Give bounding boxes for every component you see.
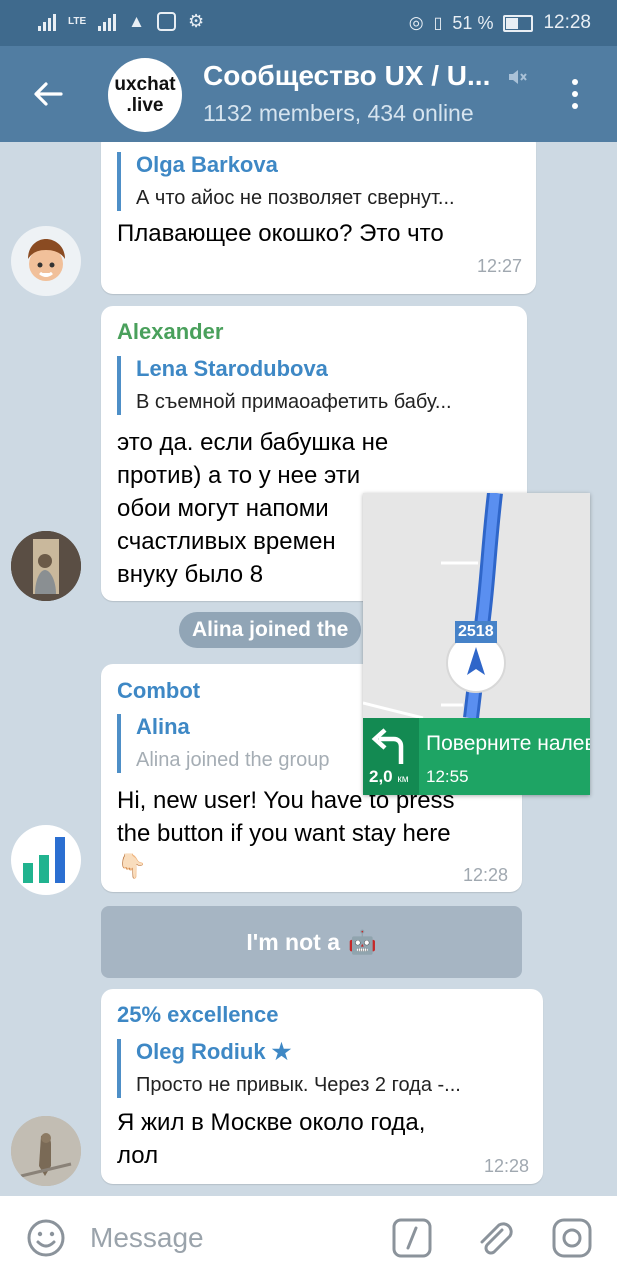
chat-subtitle: 1132 members, 434 online xyxy=(203,100,474,126)
message-time: 12:28 xyxy=(483,1156,529,1176)
robot-icon: 🤖 xyxy=(348,928,377,955)
reply-author: Lena Starodubova xyxy=(136,356,328,381)
navigation-instruction-bar[interactable]: 2,0 км Поверните налево 12:55 xyxy=(363,718,590,795)
message-line: счастливых времен xyxy=(117,528,336,555)
message-text: Hi, new user! You have to press the butt… xyxy=(117,784,455,883)
back-button[interactable] xyxy=(22,68,74,120)
chat-avatar[interactable]: uxchat .live xyxy=(108,58,182,132)
attach-icon[interactable] xyxy=(472,1216,516,1260)
reply-quote[interactable]: Oleg Rodiuk ★ Просто не привык. Через 2 … xyxy=(117,1039,527,1098)
chat-header: uxchat .live Сообщество UX / U... 1132 m… xyxy=(0,46,617,142)
chat-avatar-text-2: .live xyxy=(126,95,164,116)
message-line: обои могут напоми xyxy=(117,495,329,522)
status-bar: LTE ▲ ⚙ ◎ ▯ 51 % 12:28 xyxy=(0,0,617,46)
network-type: LTE xyxy=(68,16,87,27)
emoji-icon[interactable] xyxy=(24,1216,68,1260)
turn-panel: 2,0 км xyxy=(363,718,419,795)
navigation-arrow-icon: ▲ xyxy=(128,11,145,31)
reply-quote[interactable]: Olga Barkova А что айос не позволяет све… xyxy=(117,152,520,211)
message-text: Плавающее окошко? Это что xyxy=(117,220,444,247)
navigation-map xyxy=(363,493,590,718)
user-avatar[interactable] xyxy=(11,226,81,296)
reply-author: Oleg Rodiuk ★ xyxy=(136,1039,292,1064)
back-arrow-icon xyxy=(34,82,63,106)
message-line: 👇🏻 xyxy=(117,853,147,880)
message-line: the button if you want stay here xyxy=(117,820,451,847)
message-bubble[interactable]: Olga Barkova А что айос не позволяет све… xyxy=(101,142,536,294)
road-number: 2518 xyxy=(455,621,497,643)
user-avatar[interactable] xyxy=(11,1116,81,1186)
sender-name[interactable]: Alexander xyxy=(117,319,223,345)
reply-quote[interactable]: Lena Starodubova В съемной примаоафетить… xyxy=(117,356,511,415)
clock: 12:28 xyxy=(543,12,591,33)
photo-avatar-icon xyxy=(11,531,81,601)
signal-icon xyxy=(38,13,56,31)
message-input[interactable]: Message xyxy=(90,1222,204,1254)
message-text: это да. если бабушка не против) а то у н… xyxy=(117,426,388,591)
signal-icon-2 xyxy=(98,13,117,31)
location-icon: ◎ xyxy=(408,13,424,32)
message-bubble[interactable]: 25% excellence Oleg Rodiuk ★ Просто не п… xyxy=(101,989,543,1184)
settings-icon: ⚙ xyxy=(187,11,205,31)
arrival-time: 12:55 xyxy=(426,767,469,786)
message-text: Я жил в Москве около года, лол xyxy=(117,1106,425,1172)
bot-command-icon[interactable] xyxy=(390,1216,434,1260)
navigation-pip-window[interactable]: 2518 2,0 км Поверните налево 12:55 xyxy=(363,493,590,795)
instant-camera-icon[interactable] xyxy=(550,1216,594,1260)
vibrate-icon: ▯ xyxy=(433,15,443,32)
bird-photo-avatar-icon xyxy=(11,1116,81,1186)
chat-avatar-text-1: uxchat xyxy=(114,74,176,95)
inline-button-label: I'm not a xyxy=(246,928,340,955)
battery-percent: 51 % xyxy=(452,12,494,33)
reply-text: Просто не привык. Через 2 года -... xyxy=(136,1074,461,1096)
user-avatar[interactable] xyxy=(11,531,81,601)
reply-author: Olga Barkova xyxy=(136,152,278,177)
bot-avatar[interactable] xyxy=(11,825,81,895)
memoji-avatar-icon xyxy=(28,239,65,281)
message-line: внуку было 8 xyxy=(117,561,264,588)
sender-name[interactable]: 25% excellence xyxy=(117,1002,278,1028)
bar-chart-icon xyxy=(23,837,65,883)
distance-value: 2,0 км xyxy=(369,767,409,786)
service-message: Alina joined the xyxy=(179,612,362,648)
reply-text: В съемной примаоафетить бабу... xyxy=(136,391,452,413)
more-menu-button[interactable] xyxy=(560,72,590,116)
reply-text: А что айос не позволяет свернут... xyxy=(136,187,455,209)
message-line: лол xyxy=(117,1142,159,1169)
inline-keyboard-button[interactable]: I'm not a 🤖 xyxy=(101,906,522,978)
message-time: 12:28 xyxy=(462,865,508,885)
sender-name[interactable]: Combot xyxy=(117,678,200,704)
message-line: против) а то у нее эти xyxy=(117,462,361,489)
message-line: Я жил в Москве около года, xyxy=(117,1109,426,1136)
turn-left-icon xyxy=(371,728,404,764)
muted-icon xyxy=(509,70,527,84)
instagram-icon xyxy=(156,12,176,31)
turn-instruction: Поверните налево xyxy=(426,732,590,755)
message-line: это да. если бабушка не xyxy=(117,429,389,456)
battery-icon xyxy=(503,14,534,32)
compose-bar: Message xyxy=(0,1196,617,1280)
chat-title[interactable]: Сообщество UX / U... xyxy=(203,60,490,92)
message-time: 12:27 xyxy=(476,256,522,276)
